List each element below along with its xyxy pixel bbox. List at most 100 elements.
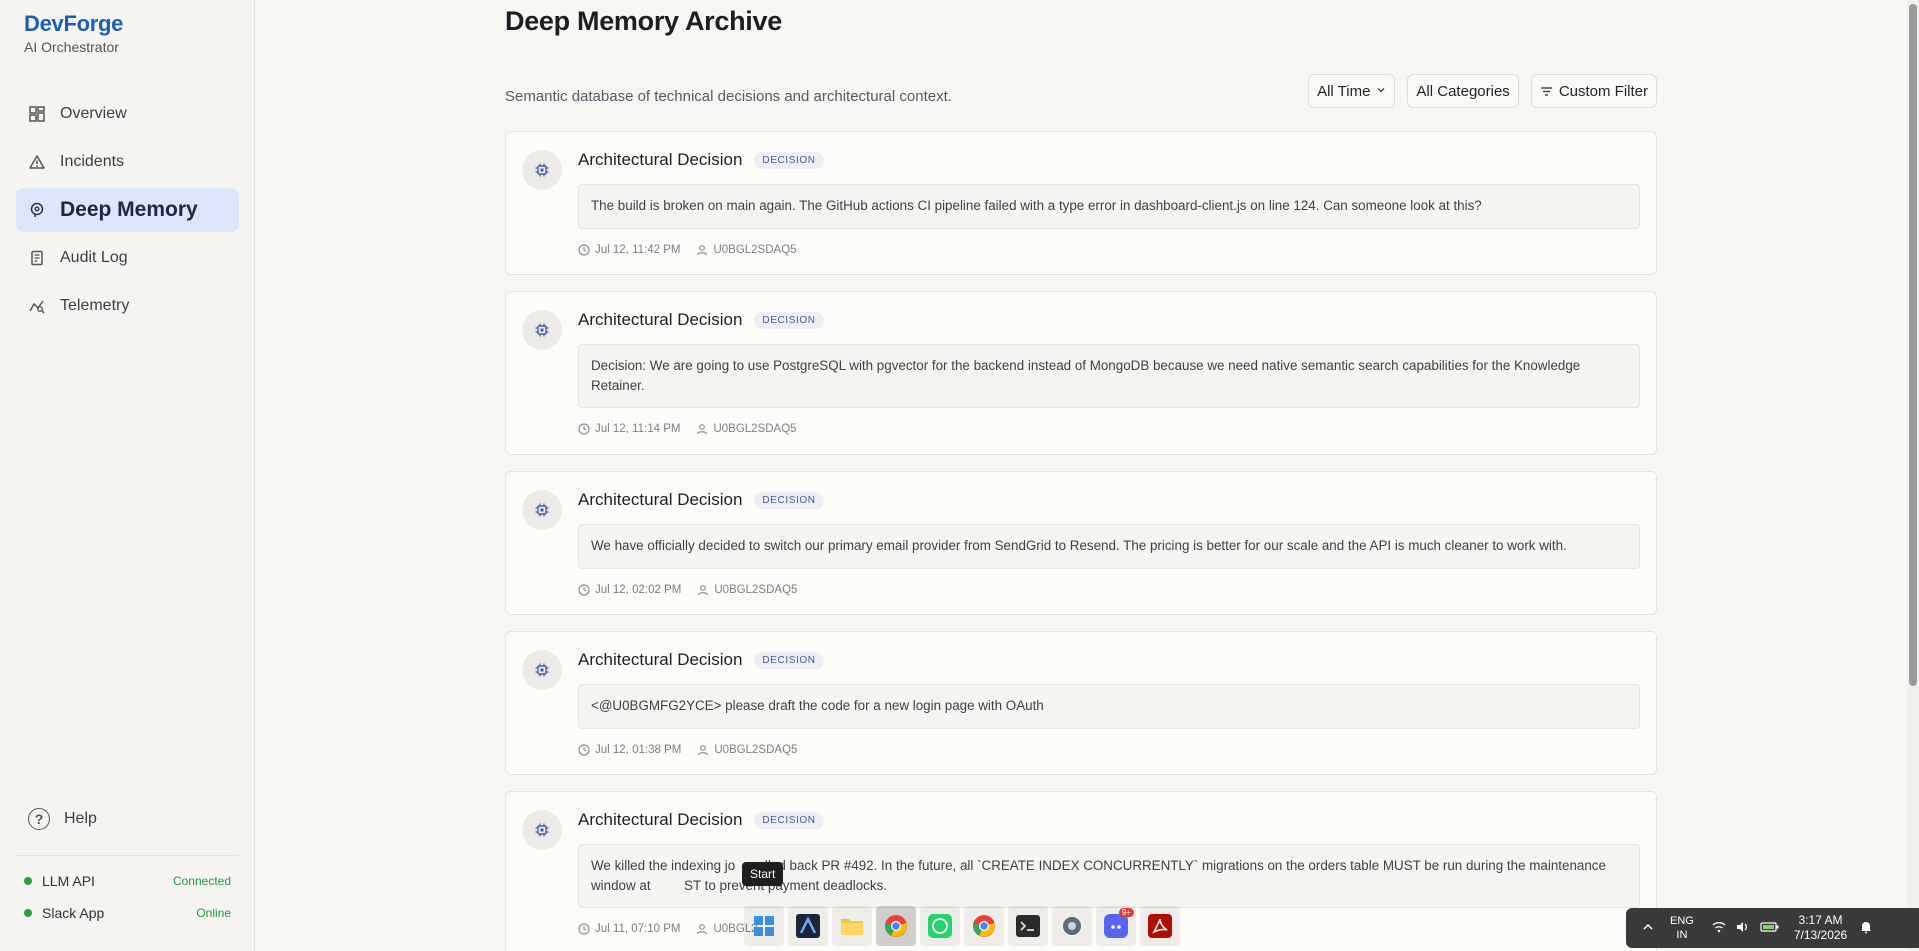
filter-bar: All Time All Categories Custom Filter — [1308, 74, 1657, 108]
file-explorer-icon[interactable] — [832, 906, 872, 946]
brand-subtitle: AI Orchestrator — [24, 39, 119, 55]
sidebar-item-label: Deep Memory — [60, 198, 198, 221]
discord-badge: 9+ — [1118, 908, 1134, 917]
page-description: Semantic database of technical decisions… — [505, 88, 952, 105]
memory-user: U0BGL2SDAQ5 — [713, 423, 797, 435]
memory-user: U0BGL2SDAQ5 — [714, 744, 798, 756]
sidebar-item-label: Telemetry — [60, 297, 130, 314]
chip-icon — [522, 810, 562, 850]
memory-meta: Jul 12, 11:42 PM U0BGL2SDAQ5 — [578, 244, 797, 256]
taskbar: 9+ — [744, 906, 1180, 946]
memory-title: Architectural Decision — [578, 650, 743, 669]
settings-icon[interactable] — [1052, 906, 1092, 946]
status-state: Connected — [172, 874, 231, 888]
help-link[interactable]: ? Help — [28, 808, 97, 830]
sidebar-item-audit-log[interactable]: Audit Log — [16, 236, 239, 280]
status-label: Slack App — [42, 905, 105, 921]
time-filter-dropdown[interactable]: All Time — [1308, 74, 1396, 108]
clock-icon — [578, 923, 590, 935]
memory-user: U0BGL2SDAQ5 — [713, 244, 797, 256]
clock-icon — [578, 423, 590, 435]
status-label: LLM API — [42, 873, 95, 889]
notification-icon[interactable] — [1859, 920, 1873, 937]
user-icon — [697, 744, 709, 756]
start-icon[interactable] — [744, 906, 784, 946]
help-icon: ? — [28, 808, 50, 830]
memory-card[interactable]: Architectural Decision DECISION The buil… — [505, 131, 1657, 275]
decision-badge: DECISION — [754, 151, 824, 169]
memory-timestamp: Jul 12, 11:42 PM — [595, 244, 681, 256]
clock-icon — [578, 244, 590, 256]
memory-text: We have officially decided to switch our… — [578, 524, 1640, 569]
memory-title: Architectural Decision — [578, 310, 743, 329]
scrollbar-track[interactable] — [1907, 0, 1919, 951]
memory-meta: Jul 12, 01:38 PM U0BGL2SDAQ5 — [578, 744, 797, 756]
sidebar-item-telemetry[interactable]: Telemetry — [16, 284, 239, 328]
wifi-icon — [1712, 921, 1726, 936]
chevron-up-icon[interactable] — [1642, 921, 1654, 936]
memory-timestamp: Jul 12, 01:38 PM — [595, 744, 682, 756]
sidebar-item-label: Incidents — [60, 153, 125, 170]
memory-card-header: Architectural Decision DECISION — [578, 150, 824, 170]
discord-icon[interactable]: 9+ — [1096, 906, 1136, 946]
chrome-icon[interactable] — [964, 906, 1004, 946]
memory-feed: Architectural Decision DECISION The buil… — [505, 131, 1657, 951]
status-slack-app: Slack App Online — [24, 905, 231, 921]
acrobat-icon[interactable] — [1140, 906, 1180, 946]
chip-icon — [522, 150, 562, 190]
memory-timestamp: Jul 12, 11:14 PM — [595, 423, 681, 435]
arc-icon[interactable] — [788, 906, 828, 946]
status-dot — [24, 877, 32, 885]
memory-meta: Jul 12, 02:02 PM U0BGL2SDAQ5 — [578, 584, 797, 596]
sidebar-divider — [16, 855, 239, 856]
decision-badge: DECISION — [754, 491, 824, 509]
sidebar-item-overview[interactable]: Overview — [16, 92, 239, 136]
brand-name: DevForge — [24, 11, 124, 36]
user-icon — [696, 244, 708, 256]
chevron-down-icon — [1376, 85, 1386, 98]
system-icons[interactable] — [1712, 921, 1780, 936]
sidebar-item-incidents[interactable]: Incidents — [16, 140, 239, 184]
terminal-icon[interactable] — [1008, 906, 1048, 946]
clock-icon — [578, 744, 590, 756]
category-filter-label: All Categories — [1416, 82, 1510, 100]
chrome-icon[interactable] — [876, 906, 916, 946]
memory-user: U0BGL2SDAQ5 — [714, 584, 798, 596]
region-code: IN — [1676, 929, 1688, 941]
sidebar: DevForge AI Orchestrator Overview Incide… — [0, 0, 255, 951]
memory-text: Decision: We are going to use PostgreSQL… — [578, 344, 1640, 408]
memory-title: Architectural Decision — [578, 810, 743, 829]
memory-card[interactable]: Architectural Decision DECISION Decision… — [505, 291, 1657, 455]
memory-text: The build is broken on main again. The G… — [578, 184, 1640, 229]
category-filter-dropdown[interactable]: All Categories — [1407, 74, 1519, 108]
memory-timestamp: Jul 11, 07:10 PM — [595, 923, 681, 935]
chip-icon — [522, 650, 562, 690]
memory-text: We killed the indexing jo olled back PR … — [578, 844, 1640, 908]
status-dot — [24, 909, 32, 917]
help-label: Help — [64, 810, 97, 827]
status-llm-api: LLM API Connected — [24, 873, 231, 889]
decision-badge: DECISION — [754, 811, 824, 829]
memory-card[interactable]: Architectural Decision DECISION <@U0BGMF… — [505, 631, 1657, 775]
volume-icon — [1736, 921, 1750, 936]
memory-meta: Jul 11, 07:10 PM U0BGL2 — [578, 923, 758, 935]
telemetry-icon — [28, 297, 46, 315]
filter-icon — [1540, 85, 1553, 98]
custom-filter-button[interactable]: Custom Filter — [1530, 74, 1657, 108]
whatsapp-icon[interactable] — [920, 906, 960, 946]
memory-text: <@U0BGMFG2YCE> please draft the code for… — [578, 684, 1640, 729]
sidebar-item-deep-memory[interactable]: Deep Memory — [16, 188, 239, 232]
brand[interactable]: DevForge AI Orchestrator — [24, 11, 123, 55]
taskbar-clock[interactable]: 3:17 AM 7/13/2026 — [1794, 913, 1847, 943]
memory-card-header: Architectural Decision DECISION — [578, 310, 824, 330]
scrollbar-thumb[interactable] — [1909, 4, 1917, 686]
memory-title: Architectural Decision — [578, 150, 743, 169]
clock-date: 7/13/2026 — [1793, 928, 1848, 942]
language-indicator[interactable]: ENG IN — [1670, 914, 1694, 942]
sidebar-nav: Overview Incidents Deep Memory Audit Log… — [16, 92, 239, 332]
memory-card[interactable]: Architectural Decision DECISION We have … — [505, 471, 1657, 615]
user-icon — [696, 923, 708, 935]
battery-icon — [1760, 921, 1780, 936]
decision-badge: DECISION — [754, 651, 824, 669]
memory-timestamp: Jul 12, 02:02 PM — [595, 584, 682, 596]
